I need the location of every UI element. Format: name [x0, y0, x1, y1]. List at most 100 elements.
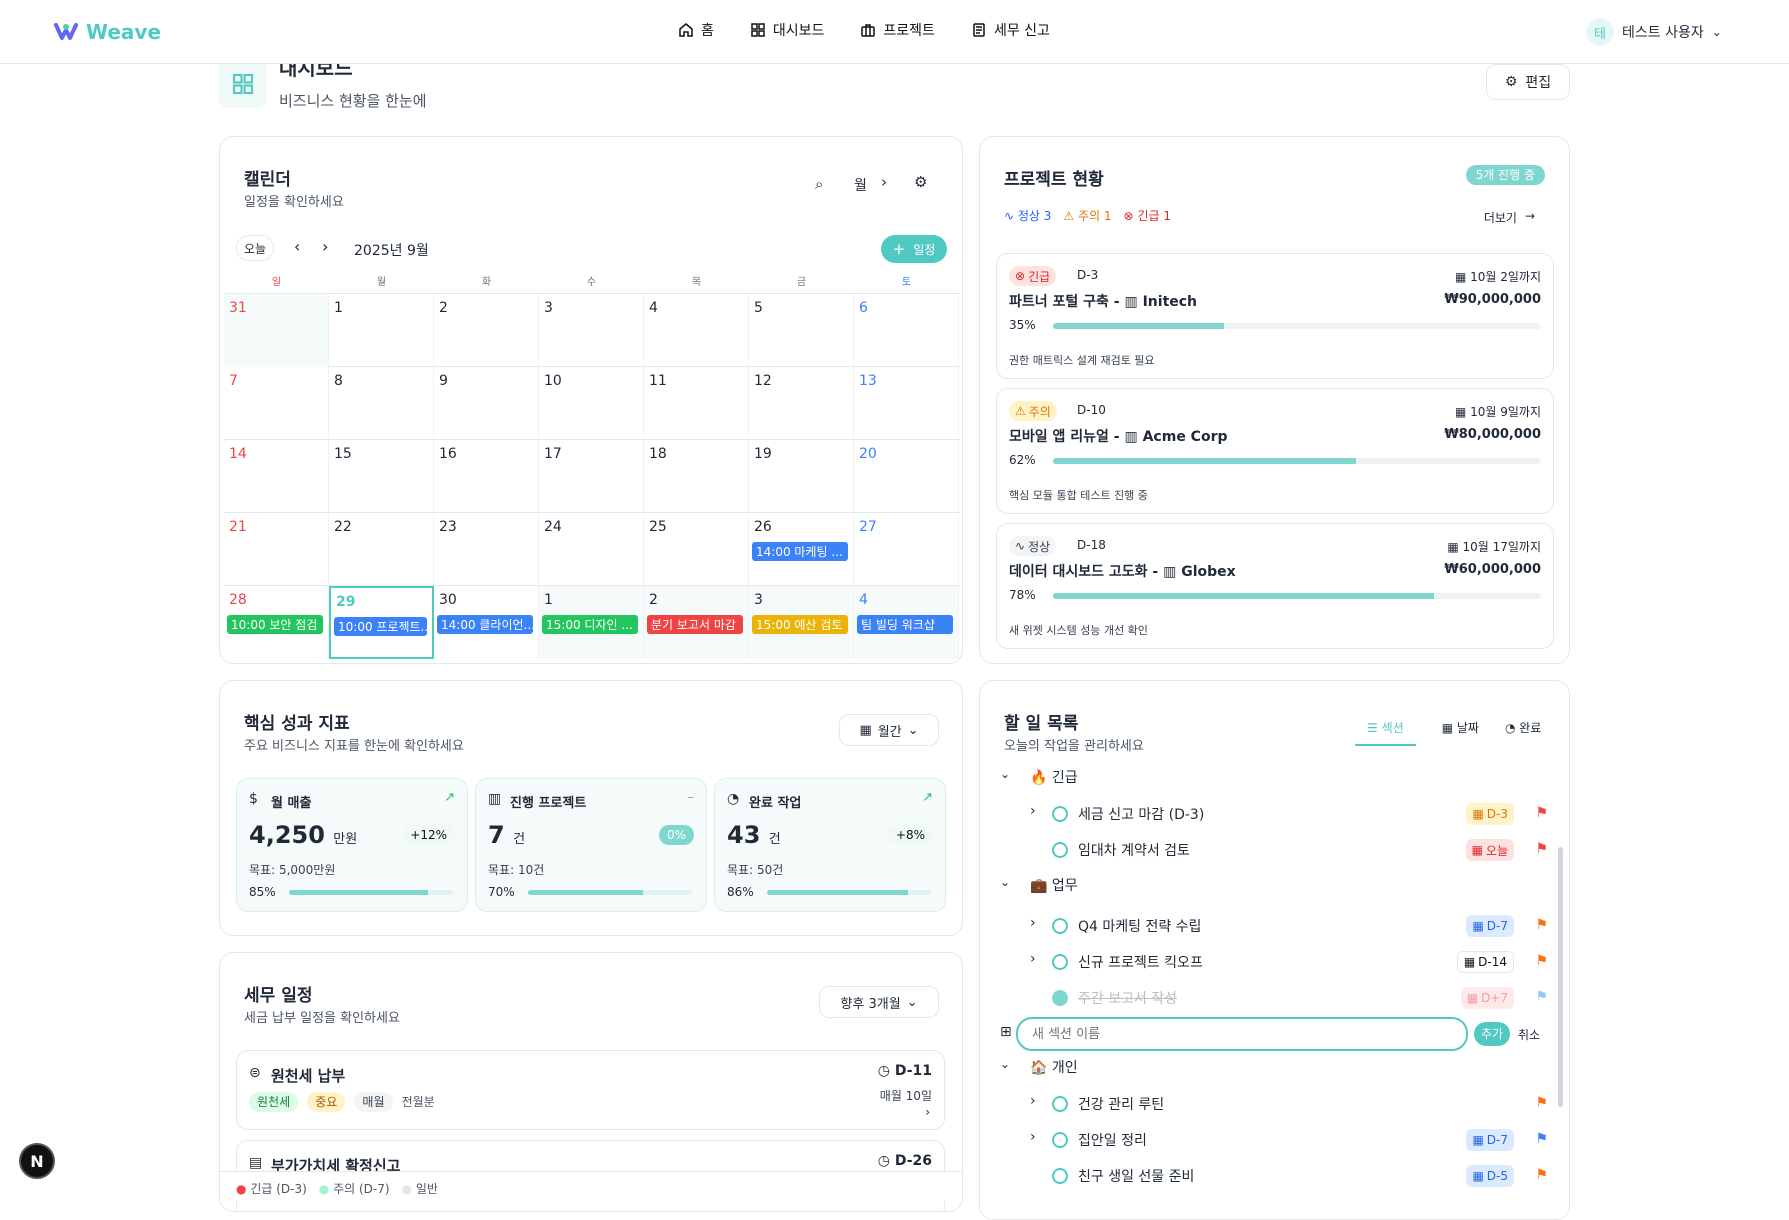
- calendar-day[interactable]: 4: [644, 294, 749, 367]
- task-checkbox[interactable]: [1052, 842, 1068, 858]
- calendar-day[interactable]: 23: [434, 513, 539, 586]
- calendar-day[interactable]: 14: [224, 440, 329, 513]
- chevron-right-icon[interactable]: ›: [1030, 915, 1036, 931]
- calendar-day[interactable]: 21: [224, 513, 329, 586]
- user-menu[interactable]: 테 테스트 사용자 ⌄: [1586, 18, 1722, 46]
- calendar-event[interactable]: 팀 빌딩 워크샵: [857, 615, 953, 634]
- calendar-day[interactable]: 26 14:00 마케팅 ...: [749, 513, 854, 586]
- urgent-count[interactable]: ⊗ 긴급 1: [1124, 207, 1171, 224]
- tab-section[interactable]: ☰ 섹션: [1355, 719, 1416, 746]
- period-select[interactable]: ▦ 월간 ⌄: [839, 714, 939, 746]
- cancel-section-button[interactable]: 취소: [1518, 1026, 1540, 1043]
- task-checkbox[interactable]: [1052, 806, 1068, 822]
- calendar-view-label[interactable]: 월: [854, 175, 867, 195]
- calendar-day[interactable]: 16: [434, 440, 539, 513]
- calendar-event[interactable]: 15:00 디자인 ...: [542, 615, 638, 634]
- flag-icon[interactable]: ⚑: [1535, 841, 1548, 857]
- calendar-day[interactable]: 27: [854, 513, 959, 586]
- normal-count[interactable]: ∿ 정상 3: [1004, 207, 1051, 224]
- flag-icon[interactable]: ⚑: [1535, 917, 1548, 933]
- todo-task[interactable]: 주간 보고서 작성 ▦ D+7 ⚑: [996, 981, 1556, 1015]
- add-event-button[interactable]: + 일정: [881, 235, 947, 263]
- calendar-event[interactable]: 14:00 클라이언...: [437, 615, 533, 634]
- calendar-event[interactable]: 15:00 예산 검토: [752, 615, 848, 634]
- nav-tax[interactable]: 세무 신고: [971, 20, 1050, 40]
- prev-month-icon[interactable]: ‹: [294, 237, 300, 256]
- todo-task[interactable]: › 세금 신고 마감 (D-3) ▦ D-3 ⚑: [996, 797, 1556, 831]
- new-section-input[interactable]: [1016, 1017, 1468, 1051]
- chevron-right-icon[interactable]: ›: [1030, 951, 1036, 967]
- calendar-event[interactable]: 10:00 보안 점검: [227, 615, 323, 634]
- calendar-day[interactable]: 18: [644, 440, 749, 513]
- calendar-day[interactable]: 1: [329, 294, 434, 367]
- calendar-day[interactable]: 17: [539, 440, 644, 513]
- flag-icon[interactable]: ⚑: [1535, 805, 1548, 821]
- todo-task[interactable]: 임대차 계약서 검토 ▦ 오늘 ⚑: [996, 833, 1556, 867]
- project-item[interactable]: ∿ 정상 D-18 ▦ 10월 17일까지 데이터 대시보드 고도화 - ▥ Gl…: [996, 523, 1554, 649]
- todo-section-header[interactable]: ⌄ 🏠 개인: [996, 1051, 1556, 1085]
- calendar-day[interactable]: 24: [539, 513, 644, 586]
- calendar-day[interactable]: 1 15:00 디자인 ...: [539, 586, 644, 659]
- next-month-icon[interactable]: ›: [322, 237, 328, 256]
- settings-gear-icon[interactable]: ⚙: [914, 173, 927, 191]
- calendar-day[interactable]: 31: [224, 294, 329, 367]
- calendar-day[interactable]: 15: [329, 440, 434, 513]
- flag-icon[interactable]: ⚑: [1535, 1131, 1548, 1147]
- calendar-event[interactable]: 10:00 프로젝트...: [334, 617, 427, 636]
- search-icon[interactable]: ⌕: [815, 175, 823, 193]
- tab-done[interactable]: ◔ 완료: [1505, 719, 1541, 746]
- calendar-day[interactable]: 6: [854, 294, 959, 367]
- task-checkbox[interactable]: [1052, 1096, 1068, 1112]
- app-logo[interactable]: Weave: [54, 20, 161, 44]
- calendar-day[interactable]: 29 10:00 프로젝트...: [329, 586, 434, 659]
- calendar-day[interactable]: 3 15:00 예산 검토: [749, 586, 854, 659]
- nav-home[interactable]: 홈: [678, 20, 714, 40]
- calendar-day[interactable]: 25: [644, 513, 749, 586]
- task-checkbox[interactable]: [1052, 1132, 1068, 1148]
- todo-task[interactable]: › 건강 관리 루틴 ⚑: [996, 1087, 1556, 1121]
- flag-icon[interactable]: ⚑: [1535, 953, 1548, 969]
- todo-scrollbar[interactable]: [1558, 847, 1563, 1107]
- flag-icon[interactable]: ⚑: [1535, 1167, 1548, 1183]
- range-select[interactable]: 향후 3개월 ⌄: [819, 986, 939, 1018]
- calendar-day[interactable]: 4 팀 빌딩 워크샵: [854, 586, 959, 659]
- calendar-day[interactable]: 22: [329, 513, 434, 586]
- todo-task[interactable]: › 집안일 정리 ▦ D-7 ⚑: [996, 1123, 1556, 1157]
- flag-icon[interactable]: ⚑: [1535, 989, 1548, 1005]
- calendar-day[interactable]: 5: [749, 294, 854, 367]
- todo-section-header[interactable]: ⌄ 🔥 긴급: [996, 761, 1556, 795]
- calendar-day[interactable]: 13: [854, 367, 959, 440]
- project-item[interactable]: ⚠ 주의 D-10 ▦ 10월 9일까지 모바일 앱 리뉴얼 - ▥ Acme C…: [996, 388, 1554, 514]
- task-checkbox[interactable]: [1052, 1168, 1068, 1184]
- more-link[interactable]: 더보기 →: [1484, 209, 1535, 226]
- add-section-button[interactable]: 추가: [1474, 1022, 1510, 1046]
- chevron-right-icon[interactable]: ›: [1030, 1129, 1036, 1145]
- todo-section-header[interactable]: ⌄ 💼 업무: [996, 869, 1556, 903]
- calendar-day[interactable]: 7: [224, 367, 329, 440]
- todo-task[interactable]: 친구 생일 선물 준비 ▦ D-5 ⚑: [996, 1159, 1556, 1193]
- calendar-day[interactable]: 30 14:00 클라이언...: [434, 586, 539, 659]
- flag-icon[interactable]: ⚑: [1535, 1095, 1548, 1111]
- edit-button[interactable]: ⚙ 편집: [1486, 64, 1570, 100]
- tax-item-withholding[interactable]: ⊜ 원천세 납부 원천세 중요 매월 전월분 ◷ D-11 매월 10일 ›: [236, 1050, 945, 1130]
- calendar-day[interactable]: 8: [329, 367, 434, 440]
- todo-task[interactable]: › Q4 마케팅 전략 수립 ▦ D-7 ⚑: [996, 909, 1556, 943]
- warn-count[interactable]: ⚠ 주의 1: [1063, 207, 1111, 224]
- calendar-day[interactable]: 2 분기 보고서 마감: [644, 586, 749, 659]
- calendar-day[interactable]: 19: [749, 440, 854, 513]
- calendar-day[interactable]: 12: [749, 367, 854, 440]
- tab-date[interactable]: ▦ 날짜: [1442, 719, 1479, 746]
- task-checkbox[interactable]: [1052, 918, 1068, 934]
- calendar-day[interactable]: 9: [434, 367, 539, 440]
- calendar-event[interactable]: 분기 보고서 마감: [647, 615, 743, 634]
- calendar-event[interactable]: 14:00 마케팅 ...: [752, 542, 848, 561]
- calendar-day[interactable]: 20: [854, 440, 959, 513]
- chevron-right-icon[interactable]: ›: [881, 173, 887, 191]
- today-button[interactable]: 오늘: [236, 235, 274, 261]
- nav-dashboard[interactable]: 대시보드: [750, 20, 824, 40]
- nav-projects[interactable]: 프로젝트: [860, 20, 935, 40]
- calendar-day[interactable]: 3: [539, 294, 644, 367]
- calendar-day[interactable]: 2: [434, 294, 539, 367]
- next-dev-badge[interactable]: N: [19, 1143, 55, 1179]
- chevron-right-icon[interactable]: ›: [1030, 803, 1036, 819]
